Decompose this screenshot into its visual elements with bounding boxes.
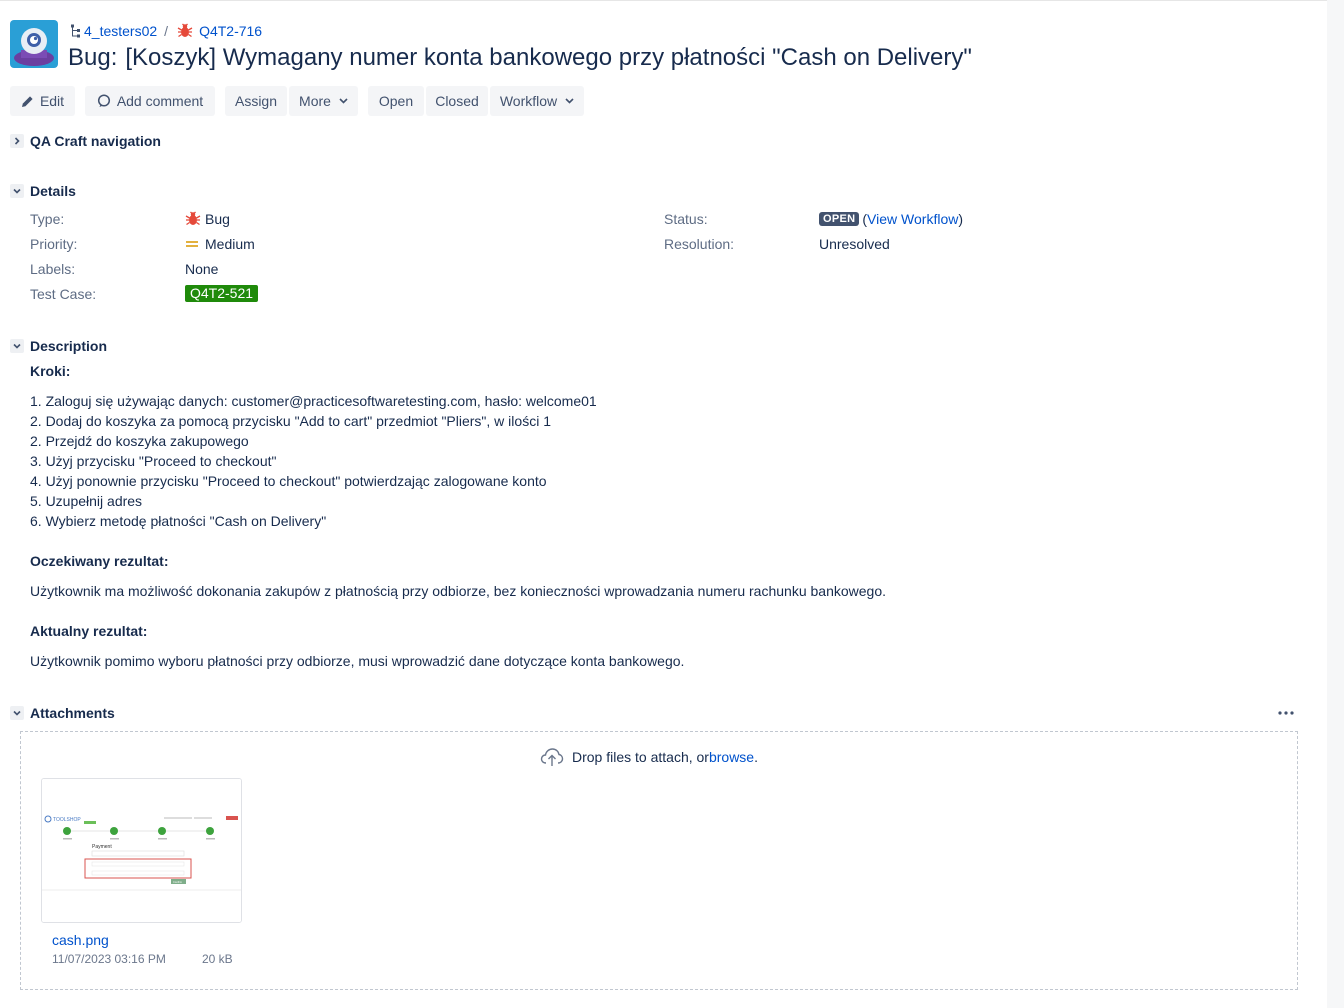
breadcrumb-issue-key-link[interactable]: Q4T2-716 xyxy=(199,23,262,39)
project-avatar-icon[interactable] xyxy=(10,20,58,68)
workflow-button-label: Workflow xyxy=(499,93,558,109)
priority-label: Priority: xyxy=(30,236,78,252)
assign-button-label: Assign xyxy=(234,93,278,109)
step-item: 1. Zaloguj się używając danych: customer… xyxy=(30,393,597,409)
steps-heading: Kroki: xyxy=(30,363,71,379)
bug-icon xyxy=(185,211,201,227)
type-text: Bug xyxy=(205,211,230,227)
chevron-down-icon xyxy=(339,98,348,104)
vertical-scrollbar-track[interactable] xyxy=(1327,0,1344,1008)
step-item: 3. Użyj przycisku "Proceed to checkout" xyxy=(30,453,277,469)
expected-text: Użytkownik ma możliwość dokonania zakupó… xyxy=(30,583,886,599)
step-item: 2. Dodaj do koszyka za pomocą przycisku … xyxy=(30,413,551,429)
more-button-label: More xyxy=(299,93,331,109)
open-transition-button[interactable]: Open xyxy=(368,86,424,116)
status-label: Status: xyxy=(664,211,708,227)
add-comment-button-label: Add comment xyxy=(116,93,204,109)
drop-files-prompt: Drop files to attach, or browse. xyxy=(540,746,758,768)
section-header-details[interactable]: Details xyxy=(10,181,76,201)
step-item: 5. Uzupełnij adres xyxy=(30,493,143,509)
browse-link[interactable]: browse xyxy=(709,749,754,765)
edit-button-label: Edit xyxy=(39,93,65,109)
drop-text-period: . xyxy=(754,749,758,765)
pencil-icon xyxy=(21,95,34,108)
chevron-right-icon xyxy=(10,134,24,148)
thumbnail-heading: Payment xyxy=(92,844,112,850)
section-title: QA Craft navigation xyxy=(30,133,161,149)
status-value: OPEN (View Workflow) xyxy=(819,211,963,227)
test-case-label: Test Case: xyxy=(30,286,97,302)
test-case-badge[interactable]: Q4T2-521 xyxy=(185,285,259,302)
test-case-value[interactable]: Q4T2-521 xyxy=(185,285,259,302)
chevron-down-icon xyxy=(10,184,24,198)
chevron-down-icon xyxy=(10,339,24,353)
workflow-button[interactable]: Workflow xyxy=(490,86,584,116)
step-item: 4. Użyj ponownie przycisku "Proceed to c… xyxy=(30,473,547,489)
add-comment-button[interactable]: Add comment xyxy=(85,86,215,116)
view-workflow-link[interactable]: View Workflow xyxy=(867,211,958,227)
more-button[interactable]: More xyxy=(289,86,358,116)
labels-label: Labels: xyxy=(30,261,76,277)
closed-transition-label: Closed xyxy=(435,93,479,109)
bug-icon xyxy=(177,23,193,39)
attachment-date: 11/07/2023 03:16 PM xyxy=(52,952,166,966)
section-title: Details xyxy=(30,183,76,199)
attachment-size: 20 kB xyxy=(202,952,233,966)
thumbnail-brand: TOOLSHOP xyxy=(53,817,81,823)
type-value: Bug xyxy=(185,211,230,227)
attachment-file-name[interactable]: cash.png xyxy=(52,932,109,948)
chevron-down-icon xyxy=(10,706,24,720)
breadcrumb-project-link[interactable]: 4_testers02 xyxy=(84,23,157,39)
chevron-down-icon xyxy=(565,98,574,104)
resolution-label: Resolution: xyxy=(664,236,735,252)
breadcrumb-separator: / xyxy=(164,23,169,39)
top-border xyxy=(0,0,1344,1)
comment-icon xyxy=(97,94,111,108)
assign-button[interactable]: Assign xyxy=(225,86,287,116)
resolution-value: Unresolved xyxy=(819,236,890,252)
breadcrumb: 4_testers02 / Q4T2-716 xyxy=(70,22,262,40)
priority-value: Medium xyxy=(185,236,255,252)
expected-heading: Oczekiwany rezultat: xyxy=(30,553,169,569)
closed-transition-button[interactable]: Closed xyxy=(426,86,488,116)
priority-medium-icon xyxy=(185,239,199,249)
section-header-description[interactable]: Description xyxy=(10,336,107,356)
more-horizontal-icon[interactable] xyxy=(1276,705,1296,721)
section-header-attachments[interactable]: Attachments xyxy=(10,703,115,723)
hierarchy-icon xyxy=(70,24,82,38)
open-transition-label: Open xyxy=(378,93,414,109)
paren: ) xyxy=(958,211,964,227)
thumbnail-image: TOOLSHOP Payment Confirm xyxy=(42,779,241,922)
step-item: 6. Wybierz metodę płatności "Cash on Del… xyxy=(30,513,327,529)
thumbnail-button: Confirm xyxy=(173,880,182,884)
drop-text: Drop files to attach, or xyxy=(572,749,709,765)
step-item: 2. Przejdź do koszyka zakupowego xyxy=(30,433,249,449)
issue-title: Bug: [Koszyk] Wymagany numer konta bankow… xyxy=(68,43,972,73)
actual-text: Użytkownik pomimo wyboru płatności przy … xyxy=(30,653,685,669)
status-lozenge: OPEN xyxy=(819,212,860,226)
priority-text: Medium xyxy=(205,236,255,252)
issue-type-prefix: Bug: xyxy=(68,44,118,71)
labels-value: None xyxy=(185,261,219,277)
section-title: Description xyxy=(30,338,108,354)
cloud-upload-icon xyxy=(540,747,564,767)
section-title: Attachments xyxy=(30,705,115,721)
issue-summary[interactable]: [Koszyk] Wymagany numer konta bankowego … xyxy=(125,44,972,71)
section-header-qa-craft-navigation[interactable]: QA Craft navigation xyxy=(10,131,161,151)
type-label: Type: xyxy=(30,211,65,227)
edit-button[interactable]: Edit xyxy=(10,86,75,116)
actual-heading: Aktualny rezultat: xyxy=(30,623,148,639)
attachment-thumbnail[interactable]: TOOLSHOP Payment Confirm xyxy=(41,778,242,923)
